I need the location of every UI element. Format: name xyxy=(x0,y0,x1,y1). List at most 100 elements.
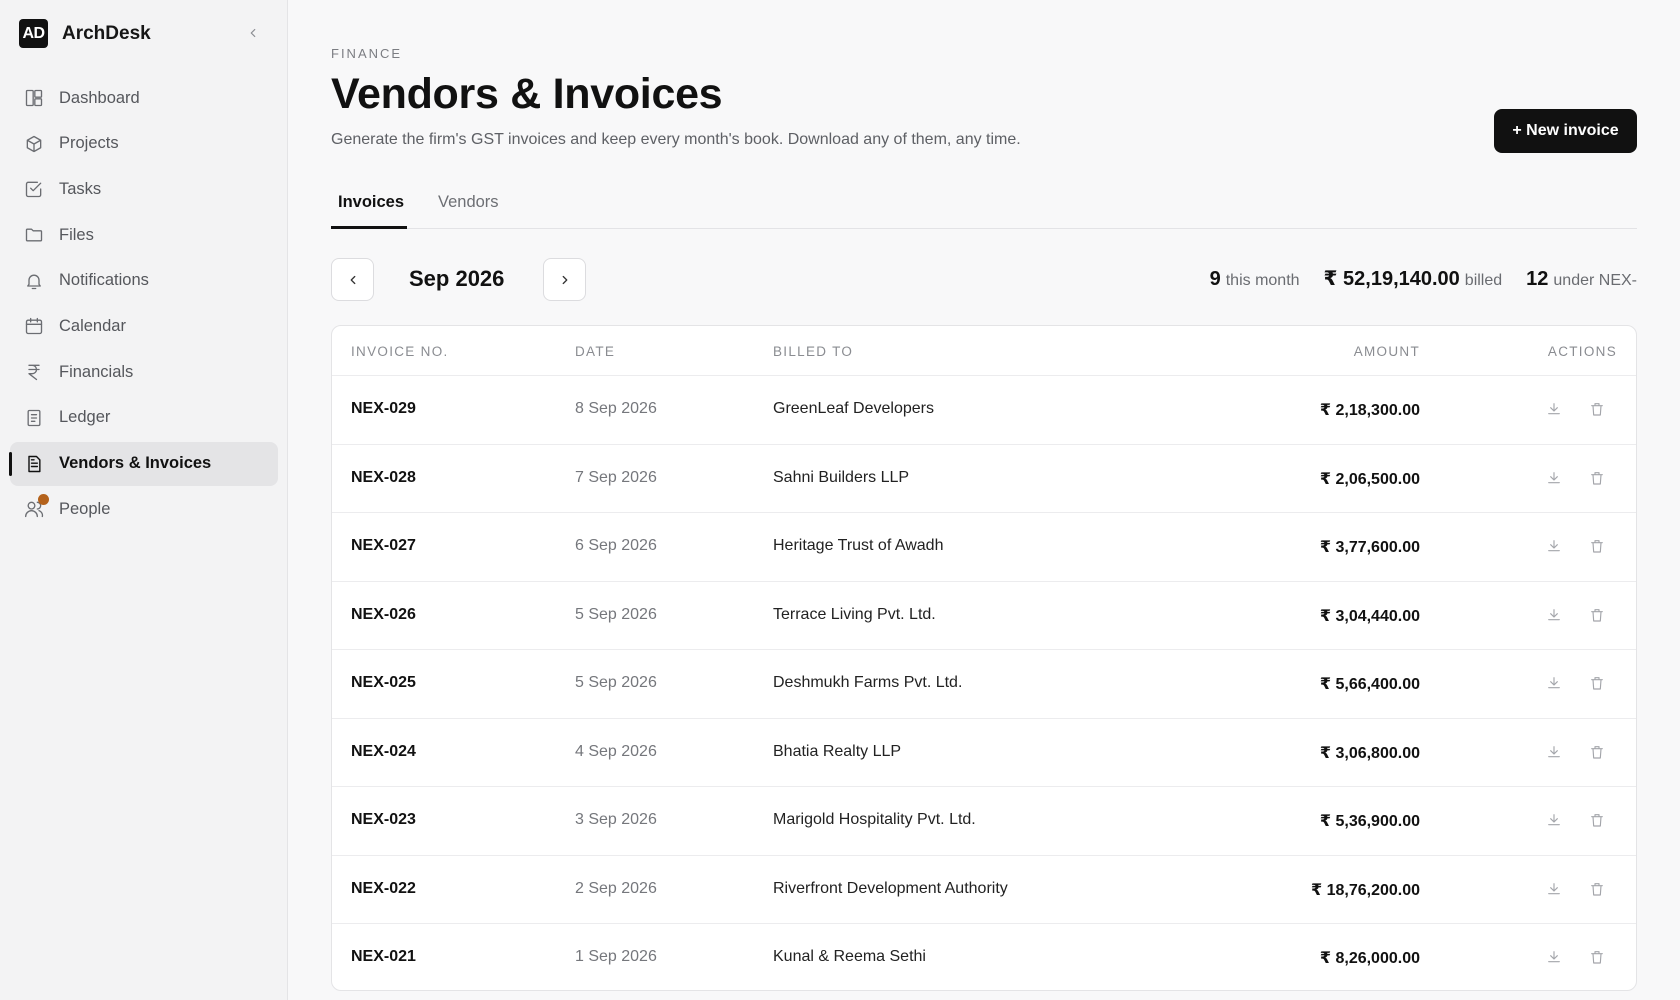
download-button[interactable] xyxy=(1543,946,1565,968)
download-button[interactable] xyxy=(1543,535,1565,557)
ledger-icon xyxy=(23,407,45,429)
collapse-sidebar-button[interactable] xyxy=(242,22,264,44)
billed-to: Riverfront Development Authority xyxy=(773,879,1008,897)
tab-vendors[interactable]: Vendors xyxy=(438,193,499,212)
table-row[interactable]: NEX-024 4 Sep 2026 Bhatia Realty LLP ₹ 3,06… xyxy=(332,719,1636,787)
checkbox-icon xyxy=(23,178,45,200)
chevron-left-icon xyxy=(350,275,355,284)
billed-to: GreenLeaf Developers xyxy=(773,400,934,417)
page-title: Vendors & Invoices xyxy=(331,70,723,118)
sidebar-item-tasks[interactable]: Tasks xyxy=(10,167,278,211)
sidebar-item-dashboard[interactable]: Dashboard xyxy=(10,76,278,120)
new-invoice-button[interactable]: + New invoice xyxy=(1494,109,1637,153)
column-header: BILLED TO xyxy=(773,344,854,359)
rupee-icon xyxy=(23,361,45,383)
table-row[interactable]: NEX-025 5 Sep 2026 Deshmukh Farms Pvt. Ltd… xyxy=(332,650,1636,719)
invoice-number: NEX-023 xyxy=(351,811,416,828)
delete-button[interactable] xyxy=(1586,741,1608,763)
sidebar-item-notifications[interactable]: Notifications xyxy=(10,259,278,303)
download-button[interactable] xyxy=(1543,878,1565,900)
delete-button[interactable] xyxy=(1586,672,1608,694)
table-row[interactable]: NEX-028 7 Sep 2026 Sahni Builders LLP ₹ 2,0… xyxy=(332,445,1636,513)
table-header: INVOICE NO. DATE BILLED TO AMOUNT ACTION… xyxy=(332,326,1636,376)
invoice-amount: ₹ 8,26,000.00 xyxy=(1319,950,1420,967)
sidebar-item-vendors-invoices[interactable]: Vendors & Invoices xyxy=(9,441,278,486)
download-icon xyxy=(1546,675,1562,691)
invoice-amount: ₹ 2,06,500.00 xyxy=(1319,470,1420,488)
next-month-button[interactable] xyxy=(543,258,586,301)
invoice-date: 7 Sep 2026 xyxy=(575,468,657,486)
table-row[interactable]: NEX-027 6 Sep 2026 Heritage Trust of Awadh… xyxy=(332,513,1636,582)
download-icon xyxy=(1546,812,1562,828)
invoice-number: NEX-028 xyxy=(351,468,416,486)
table-row[interactable]: NEX-026 5 Sep 2026 Terrace Living Pvt. Ltd… xyxy=(332,582,1636,650)
delete-button[interactable] xyxy=(1586,946,1608,968)
download-icon xyxy=(1546,401,1562,417)
invoice-date: 5 Sep 2026 xyxy=(575,605,657,623)
download-button[interactable] xyxy=(1543,467,1565,489)
tab-invoices[interactable]: Invoices xyxy=(338,193,404,212)
invoice-amount: ₹ 2,18,300.00 xyxy=(1319,402,1420,419)
column-header: INVOICE NO. xyxy=(351,344,449,359)
delete-button[interactable] xyxy=(1586,604,1608,626)
sidebar-item-label: Calendar xyxy=(59,316,126,335)
calendar-icon xyxy=(23,315,45,337)
download-button[interactable] xyxy=(1543,672,1565,694)
invoice-date: 1 Sep 2026 xyxy=(575,948,657,965)
sidebar-item-label: Dashboard xyxy=(59,88,140,107)
delete-button[interactable] xyxy=(1586,467,1608,489)
billed-to: Deshmukh Farms Pvt. Ltd. xyxy=(773,674,963,691)
download-icon xyxy=(1546,607,1562,623)
sidebar-item-label: Notifications xyxy=(59,271,149,290)
brand[interactable]: AD ArchDesk xyxy=(19,19,151,48)
download-button[interactable] xyxy=(1543,809,1565,831)
sidebar-item-financials[interactable]: Financials xyxy=(10,350,278,394)
column-header: AMOUNT xyxy=(1353,344,1420,359)
table-row[interactable]: NEX-021 1 Sep 2026 Kunal & Reema Sethi ₹ 8,… xyxy=(332,924,1636,990)
sidebar-item-label: Ledger xyxy=(59,408,111,427)
invoice-amount: ₹ 5,36,900.00 xyxy=(1319,813,1420,830)
trash-icon xyxy=(1589,675,1605,691)
delete-button[interactable] xyxy=(1586,535,1608,557)
chevron-left-icon xyxy=(250,28,256,38)
brand-name: ArchDesk xyxy=(62,22,151,44)
delete-button[interactable] xyxy=(1586,398,1608,420)
invoice-date: 2 Sep 2026 xyxy=(575,879,657,897)
sidebar-item-projects[interactable]: Projects xyxy=(10,122,278,166)
current-month: Sep 2026 xyxy=(409,266,505,291)
billed-to: Terrace Living Pvt. Ltd. xyxy=(773,605,936,623)
section-eyebrow: FINANCE xyxy=(331,46,403,61)
sidebar-item-ledger[interactable]: Ledger xyxy=(10,396,278,440)
delete-button[interactable] xyxy=(1586,878,1608,900)
invoice-amount: ₹ 5,66,400.00 xyxy=(1319,676,1420,693)
table-row[interactable]: NEX-022 2 Sep 2026 Riverfront Development … xyxy=(332,856,1636,924)
folder-icon xyxy=(23,224,45,246)
invoice-number: NEX-027 xyxy=(351,537,416,554)
billed-to: Heritage Trust of Awadh xyxy=(773,537,944,554)
sidebar-item-files[interactable]: Files xyxy=(10,213,278,257)
previous-month-button[interactable] xyxy=(331,258,374,301)
invoice-stats: 9 this month ₹ 52,19,140.00 billed 12 under… xyxy=(1186,266,1637,291)
bell-icon xyxy=(23,270,45,292)
billed-to: Kunal & Reema Sethi xyxy=(773,948,926,965)
delete-button[interactable] xyxy=(1586,809,1608,831)
download-button[interactable] xyxy=(1543,604,1565,626)
trash-icon xyxy=(1589,470,1605,486)
sidebar-item-calendar[interactable]: Calendar xyxy=(10,304,278,348)
sidebar-item-label: Files xyxy=(59,225,94,244)
table-row[interactable]: NEX-029 8 Sep 2026 GreenLeaf Developers ₹ 2… xyxy=(332,376,1636,445)
sidebar-item-people[interactable]: People xyxy=(10,487,278,531)
stat-billed: ₹ 52,19,140.00 billed xyxy=(1323,268,1503,290)
invoices-table: INVOICE NO. DATE BILLED TO AMOUNT ACTION… xyxy=(331,325,1637,991)
download-button[interactable] xyxy=(1543,398,1565,420)
table-row[interactable]: NEX-023 3 Sep 2026 Marigold Hospitality Pv… xyxy=(332,787,1636,856)
month-navigator: Sep 2026 xyxy=(331,258,931,301)
table-body: NEX-029 8 Sep 2026 GreenLeaf Developers ₹ 2… xyxy=(332,376,1636,990)
download-icon xyxy=(1546,538,1562,554)
invoice-amount: ₹ 18,76,200.00 xyxy=(1311,881,1420,899)
billed-to: Sahni Builders LLP xyxy=(773,468,910,486)
sidebar: AD ArchDesk Dashboard Projects Tasks Fil… xyxy=(0,0,288,1000)
people-icon xyxy=(23,494,49,520)
invoice-date: 5 Sep 2026 xyxy=(575,674,657,691)
download-button[interactable] xyxy=(1543,741,1565,763)
